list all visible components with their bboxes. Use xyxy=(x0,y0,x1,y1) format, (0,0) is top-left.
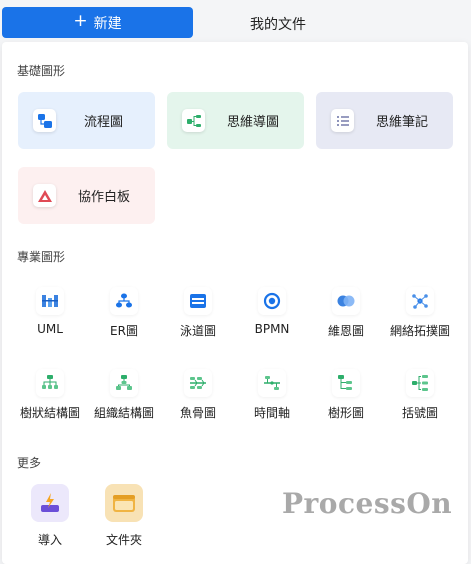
section-title-more: 更多 xyxy=(17,456,42,470)
more-import[interactable]: 導入 xyxy=(20,484,80,548)
new-button-label: 新建 xyxy=(93,15,122,32)
new-dropdown-panel: 基礎圖形 流程圖 思維導圖 思維筆記 協作白板 專業圖形 UML ER圖 泳道圖… xyxy=(2,42,468,564)
tool-timeline-label: 時間軸 xyxy=(253,406,290,420)
tool-er-label: ER圖 xyxy=(110,324,138,338)
card-flowchart-label: 流程圖 xyxy=(84,115,124,130)
new-button[interactable]: + 新建 xyxy=(2,7,193,38)
venn-icon xyxy=(332,287,360,315)
tool-bpmn-label: BPMN xyxy=(254,322,290,336)
section-title-basic: 基礎圖形 xyxy=(17,64,66,78)
mindmap-icon xyxy=(182,109,205,132)
card-mindmap-label: 思維導圖 xyxy=(227,115,280,130)
tool-network-label: 網絡拓撲圖 xyxy=(389,324,450,338)
more-import-label: 導入 xyxy=(37,533,62,547)
network-icon xyxy=(406,287,434,315)
tool-tree[interactable]: 樹形圖 xyxy=(313,369,379,421)
flowchart-icon xyxy=(33,109,56,132)
tree-icon xyxy=(332,369,360,397)
tool-swimlane-label: 泳道圖 xyxy=(179,324,216,338)
tool-tree-label: 樹形圖 xyxy=(327,406,364,420)
tool-org-chart-label: 組織結構圖 xyxy=(93,406,154,420)
timeline-icon xyxy=(258,369,286,397)
folder-icon xyxy=(105,484,143,522)
tree-structure-icon xyxy=(36,369,64,397)
tool-bracket-label: 括號圖 xyxy=(401,406,438,420)
whiteboard-icon xyxy=(33,184,56,207)
tool-uml[interactable]: UML xyxy=(17,287,83,336)
card-notes[interactable]: 思維筆記 xyxy=(316,92,453,149)
processon-watermark: ProcessOn xyxy=(282,487,453,520)
tool-uml-label: UML xyxy=(37,322,63,336)
card-whiteboard-label: 協作白板 xyxy=(78,190,131,205)
tool-bracket[interactable]: 括號圖 xyxy=(387,369,453,421)
swimlane-icon xyxy=(184,287,212,315)
more-folder-label: 文件夾 xyxy=(105,533,142,547)
tool-tree-structure-label: 樹狀結構圖 xyxy=(19,406,80,420)
tool-swimlane[interactable]: 泳道圖 xyxy=(165,287,231,339)
tool-network[interactable]: 網絡拓撲圖 xyxy=(387,287,453,339)
card-notes-label: 思維筆記 xyxy=(376,115,429,130)
tool-er[interactable]: ER圖 xyxy=(91,287,157,339)
tool-timeline[interactable]: 時間軸 xyxy=(239,369,305,421)
more-folder[interactable]: 文件夾 xyxy=(94,484,154,548)
top-bar: + 新建 我的文件 xyxy=(0,0,471,44)
tool-org-chart[interactable]: 組織結構圖 xyxy=(91,369,157,421)
card-whiteboard[interactable]: 協作白板 xyxy=(18,167,155,224)
plus-icon: + xyxy=(73,11,88,31)
tool-fishbone-label: 魚骨圖 xyxy=(179,406,216,420)
tool-bpmn[interactable]: BPMN xyxy=(239,287,305,336)
fishbone-icon xyxy=(184,369,212,397)
bpmn-icon xyxy=(258,287,286,315)
tab-my-files[interactable]: 我的文件 xyxy=(250,14,306,34)
tool-venn-label: 維恩圖 xyxy=(327,324,364,338)
notes-icon xyxy=(331,109,354,132)
bracket-icon xyxy=(406,369,434,397)
tool-fishbone[interactable]: 魚骨圖 xyxy=(165,369,231,421)
org-chart-icon xyxy=(110,369,138,397)
tool-venn[interactable]: 維恩圖 xyxy=(313,287,379,339)
tool-tree-structure[interactable]: 樹狀結構圖 xyxy=(17,369,83,421)
uml-icon xyxy=(36,287,64,315)
section-title-pro: 專業圖形 xyxy=(17,250,66,264)
card-flowchart[interactable]: 流程圖 xyxy=(18,92,155,149)
card-mindmap[interactable]: 思維導圖 xyxy=(167,92,304,149)
er-icon xyxy=(110,287,138,315)
import-icon xyxy=(31,484,69,522)
